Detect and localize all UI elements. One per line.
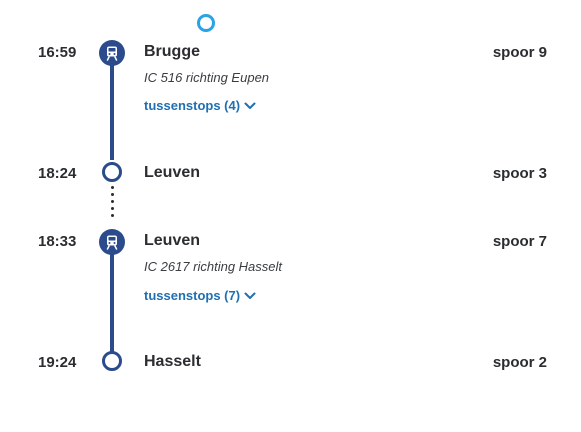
current-position-icon xyxy=(197,14,215,32)
transfer-walk-dots xyxy=(110,186,114,221)
train-icon xyxy=(99,229,125,255)
arrival-time: 19:24 xyxy=(38,354,77,371)
departure-platform: spoor 7 xyxy=(492,233,547,250)
arrival-time: 18:24 xyxy=(38,165,77,182)
departure-platform: spoor 9 xyxy=(492,44,547,61)
intermediate-stops-toggle[interactable]: tussenstops (4) xyxy=(144,98,256,113)
intermediate-stops-label: tussenstops (7) xyxy=(144,288,241,303)
intermediate-stops-toggle[interactable]: tussenstops (7) xyxy=(144,288,256,303)
chevron-down-icon xyxy=(244,102,256,109)
departure-time: 18:33 xyxy=(38,233,77,250)
departure-station: Leuven xyxy=(144,232,201,249)
arrival-platform: spoor 3 xyxy=(492,165,547,182)
train-service: IC 2617 richting Hasselt xyxy=(144,259,283,274)
stop-circle-icon xyxy=(102,162,122,182)
arrival-platform: spoor 2 xyxy=(492,354,547,371)
departure-station: Brugge xyxy=(144,43,200,60)
arrival-station: Leuven xyxy=(144,164,201,181)
route-line-leg-1 xyxy=(110,64,114,160)
train-service: IC 516 richting Eupen xyxy=(144,70,270,85)
chevron-down-icon xyxy=(244,292,256,299)
stop-circle-icon xyxy=(102,351,122,371)
route-line-leg-2 xyxy=(110,254,114,354)
intermediate-stops-label: tussenstops (4) xyxy=(144,98,241,113)
arrival-station: Hasselt xyxy=(144,353,201,370)
train-icon xyxy=(99,40,125,66)
departure-time: 16:59 xyxy=(38,44,77,61)
